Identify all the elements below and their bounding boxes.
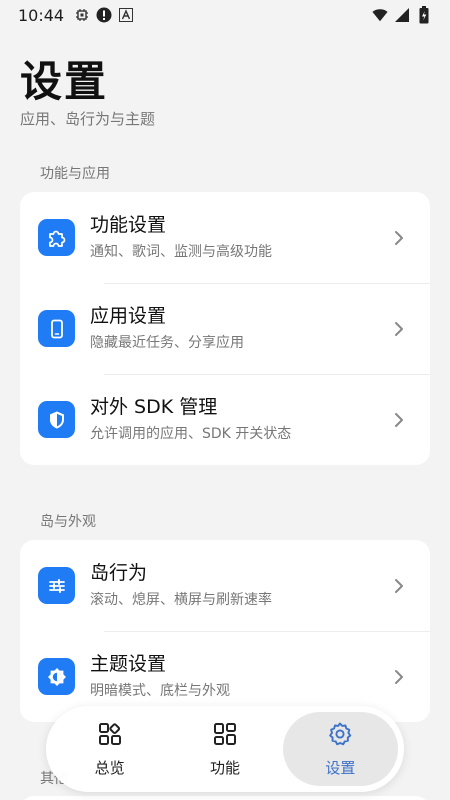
settings-item-title: 功能设置 — [90, 214, 167, 236]
chevron-right-icon — [392, 319, 406, 339]
shield-icon — [38, 401, 75, 438]
nav-tab-settings[interactable]: 设置 — [282, 712, 398, 786]
chip-icon — [74, 7, 90, 23]
nav-label-settings: 设置 — [325, 758, 356, 777]
sliders-icon — [38, 567, 75, 604]
status-bar: 10:44 — [0, 0, 450, 30]
grid-function-icon — [212, 721, 238, 751]
puzzle-icon — [38, 219, 75, 256]
section-header-features-apps: 功能与应用 — [40, 166, 110, 182]
phone-icon — [38, 310, 75, 347]
settings-card-features-apps: 功能设置 通知、歌词、监测与高级功能 应用设置 隐藏最近任务、分享应用 对外 S… — [20, 192, 430, 465]
settings-gear-icon — [327, 721, 353, 751]
settings-item-sdk-management[interactable]: 对外 SDK 管理 允许调用的应用、SDK 开关状态 — [20, 374, 430, 465]
settings-item-title: 主题设置 — [90, 653, 167, 675]
battery-icon — [416, 6, 432, 24]
settings-item-description: 明暗模式、底栏与外观 — [90, 683, 230, 699]
page-subtitle: 应用、岛行为与主题 — [20, 110, 156, 128]
theme-icon — [38, 658, 75, 695]
nav-tab-overview[interactable]: 总览 — [52, 712, 167, 786]
settings-item-title: 岛行为 — [90, 562, 148, 584]
section-header-island-appearance: 岛与外观 — [40, 514, 96, 530]
settings-item-description: 滚动、熄屏、横屏与刷新速率 — [90, 592, 272, 608]
alert-icon — [96, 7, 112, 23]
settings-item-description: 通知、歌词、监测与高级功能 — [90, 244, 272, 260]
chevron-right-icon — [392, 410, 406, 430]
nav-label-overview: 总览 — [94, 758, 125, 777]
settings-card-island-appearance: 岛行为 滚动、熄屏、横屏与刷新速率 主题设置 明暗模式、底栏与外观 — [20, 540, 430, 722]
bottom-navigation: 总览 功能 设置 — [46, 706, 404, 792]
wifi-icon — [372, 7, 388, 23]
settings-item-title: 应用设置 — [90, 305, 167, 327]
status-time: 10:44 — [18, 5, 65, 25]
settings-item-feature-settings[interactable]: 功能设置 通知、歌词、监测与高级功能 — [20, 192, 430, 283]
settings-card-other — [20, 796, 430, 800]
grid-overview-icon — [97, 721, 123, 751]
settings-item-island-behavior[interactable]: 岛行为 滚动、熄屏、横屏与刷新速率 — [20, 540, 430, 631]
chevron-right-icon — [392, 228, 406, 248]
chevron-right-icon — [392, 576, 406, 596]
signal-icon — [394, 7, 410, 23]
settings-item-description: 隐藏最近任务、分享应用 — [90, 335, 244, 351]
settings-item-title: 对外 SDK 管理 — [90, 396, 218, 418]
page-title: 设置 — [20, 57, 109, 106]
nav-label-functions: 功能 — [209, 758, 240, 777]
font-a-icon — [118, 7, 134, 23]
chevron-right-icon — [392, 667, 406, 687]
settings-item-description: 允许调用的应用、SDK 开关状态 — [90, 426, 292, 442]
settings-item-app-settings[interactable]: 应用设置 隐藏最近任务、分享应用 — [20, 283, 430, 374]
nav-tab-functions[interactable]: 功能 — [167, 712, 282, 786]
